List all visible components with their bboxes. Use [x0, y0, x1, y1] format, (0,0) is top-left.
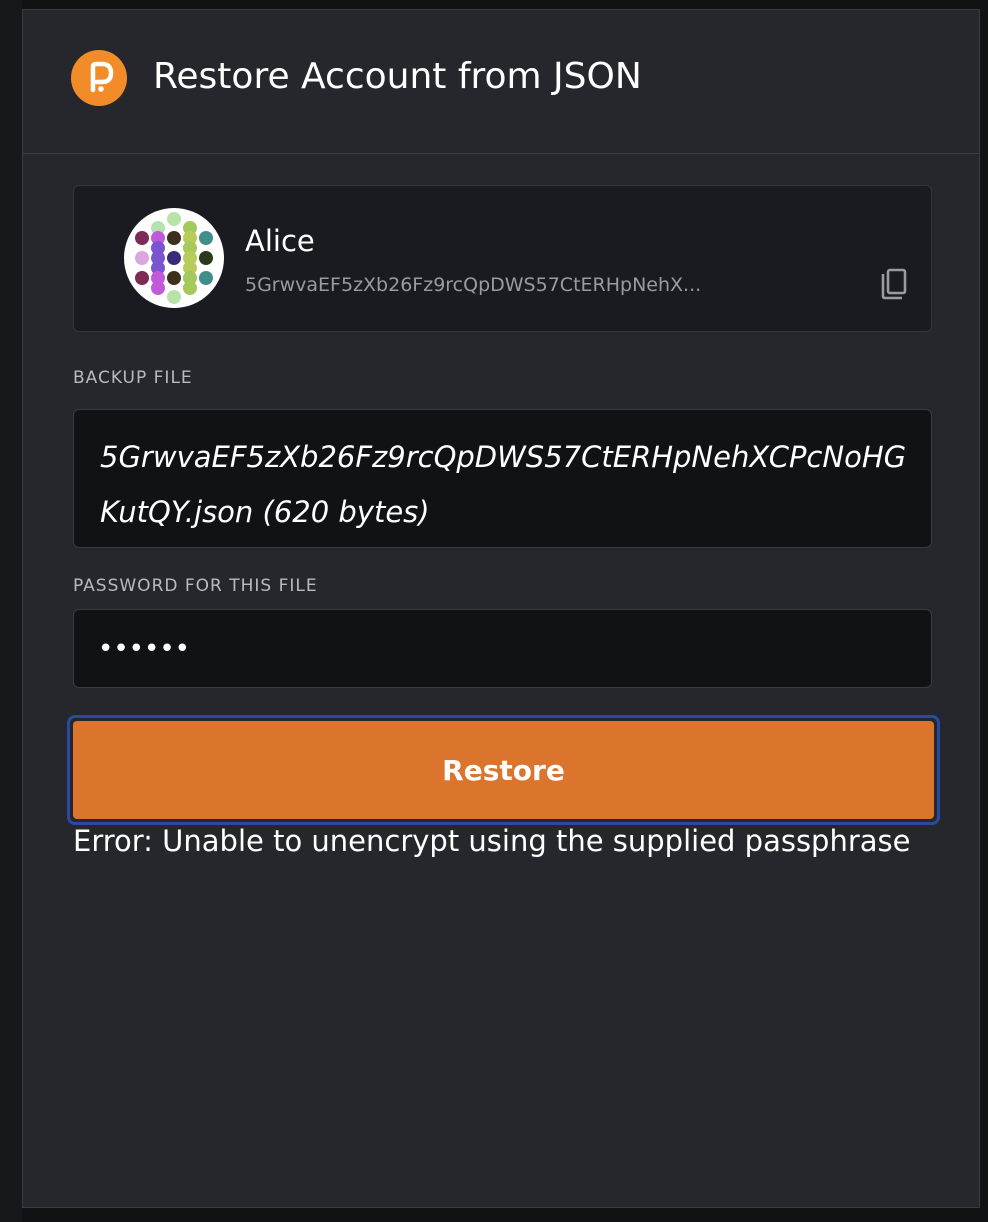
- backup-file-field[interactable]: 5GrwvaEF5zXb26Fz9rcQpDWS57CtERHpNehXCPcN…: [73, 409, 932, 548]
- account-address: 5GrwvaEF5zXb26Fz9rcQpDWS57CtERHpNehX...: [245, 274, 702, 296]
- restore-button[interactable]: Restore: [67, 715, 940, 825]
- popup-window: Restore Account from JSON Alice 5GrwvaEF…: [22, 9, 980, 1208]
- restore-button-label: Restore: [73, 721, 934, 819]
- password-input[interactable]: [73, 609, 932, 688]
- background-strip: [0, 0, 22, 1222]
- header: Restore Account from JSON: [23, 10, 979, 154]
- account-name: Alice: [245, 224, 315, 258]
- account-card: Alice 5GrwvaEF5zXb26Fz9rcQpDWS57CtERHpNe…: [73, 185, 932, 332]
- password-label: PASSWORD FOR THIS FILE: [73, 576, 318, 596]
- page-title: Restore Account from JSON: [153, 56, 642, 97]
- copy-icon[interactable]: [880, 268, 908, 300]
- polkadot-logo-icon: [71, 50, 127, 106]
- identicon-icon: [124, 208, 224, 308]
- error-message: Error: Unable to unencrypt using the sup…: [73, 824, 911, 858]
- backup-file-name: 5GrwvaEF5zXb26Fz9rcQpDWS57CtERHpNehXCPcN…: [100, 440, 907, 529]
- backup-file-label: BACKUP FILE: [73, 368, 193, 388]
